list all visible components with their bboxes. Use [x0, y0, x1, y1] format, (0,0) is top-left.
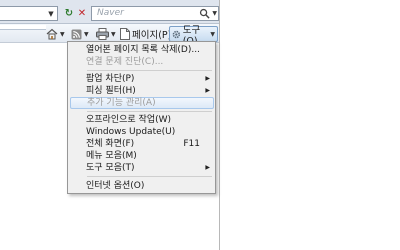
- print-icon: [96, 28, 109, 40]
- page-icon: [120, 28, 130, 40]
- tools-menu-button[interactable]: 도구(O) ▼: [169, 25, 218, 47]
- menu-item-manage-addons: 추가 기능 관리(A): [70, 97, 214, 109]
- menu-item-internet-options[interactable]: 인터넷 옵션(O): [85, 180, 214, 192]
- submenu-arrow-icon: ▶: [205, 75, 210, 82]
- menu-separator: [87, 111, 212, 112]
- feeds-icon: [71, 29, 82, 39]
- submenu-arrow-icon: ▶: [205, 87, 210, 94]
- tools-menu: 열어본 페이지 목록 삭제(D)... 연결 문제 진단(C)... 팝업 차단…: [67, 41, 216, 194]
- menu-separator: [87, 176, 212, 177]
- menu-item-toolbars[interactable]: 도구 모음(T) ▶: [85, 162, 214, 174]
- refresh-icon[interactable]: ↻: [62, 7, 76, 20]
- home-icon: [46, 28, 58, 40]
- menu-item-windows-update[interactable]: Windows Update(U): [85, 126, 214, 138]
- menu-item-diagnose-connection: 연결 문제 진단(C)...: [86, 57, 164, 67]
- menu-item-phishing-filter[interactable]: 피싱 필터(H) ▶: [85, 85, 214, 97]
- gear-icon: [172, 30, 181, 38]
- address-dropdown-icon[interactable]: ▼: [46, 7, 56, 20]
- search-placeholder: Naver: [97, 8, 124, 18]
- blank-area: [219, 0, 400, 250]
- menu-item-full-screen[interactable]: 전체 화면(F) F11: [85, 138, 214, 150]
- navigation-bar: ▼ ↻ ✕ Naver ▼: [0, 0, 219, 24]
- search-dropdown-icon[interactable]: ▼: [212, 10, 217, 17]
- feeds-button[interactable]: ▼: [69, 26, 91, 42]
- search-input[interactable]: Naver ▼: [91, 6, 219, 21]
- home-button[interactable]: ▼: [44, 26, 67, 42]
- shortcut-label: F11: [183, 139, 200, 149]
- page-menu-label: 페이지(P): [132, 30, 172, 41]
- submenu-arrow-icon: ▶: [205, 164, 210, 171]
- menu-item-popup-blocker[interactable]: 팝업 차단(P) ▶: [85, 73, 214, 85]
- feeds-dropdown-icon[interactable]: ▼: [84, 31, 89, 38]
- divider: [0, 29, 46, 30]
- menu-item-work-offline[interactable]: 오프라인으로 작업(W): [85, 114, 214, 126]
- search-icon[interactable]: [199, 8, 210, 19]
- tools-dropdown-icon: ▼: [210, 30, 215, 38]
- home-dropdown-icon[interactable]: ▼: [60, 31, 65, 38]
- menu-gutter: [68, 42, 84, 193]
- stop-icon[interactable]: ✕: [75, 7, 89, 20]
- menu-separator: [87, 70, 212, 71]
- print-button[interactable]: ▼: [94, 26, 118, 42]
- menu-item-delete-history[interactable]: 열어본 페이지 목록 삭제(D)...: [85, 44, 214, 56]
- menu-item-menu-bar[interactable]: 메뉴 모음(M): [85, 150, 214, 162]
- print-dropdown-icon[interactable]: ▼: [111, 31, 116, 38]
